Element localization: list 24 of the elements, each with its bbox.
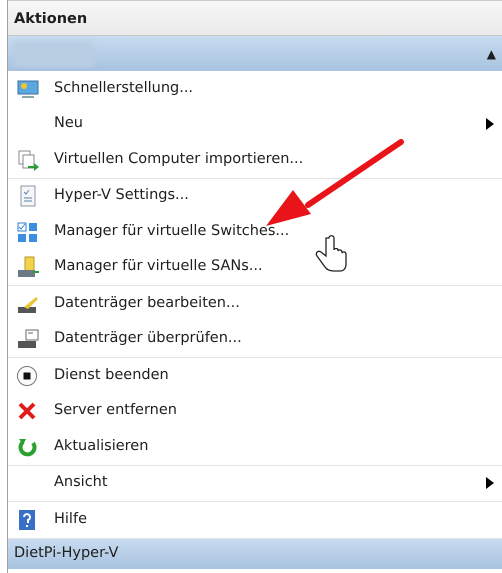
menu-item[interactable]: Dienst beenden [8, 358, 502, 394]
menu-item[interactable]: Server entfernen [8, 394, 502, 429]
section-header[interactable]: ▲ [8, 36, 502, 71]
stop-icon [16, 364, 40, 387]
menu-item[interactable]: Ansicht [8, 466, 502, 501]
menu-item[interactable]: Manager für virtuelle SANs... [8, 250, 502, 285]
import-icon [16, 148, 40, 171]
menu-item[interactable]: Datenträger überprüfen... [8, 322, 502, 357]
menu-item[interactable]: Datenträger bearbeiten... [8, 286, 502, 322]
section-header[interactable]: DietPi-Hyper-V [8, 538, 502, 568]
hand-cursor-icon [316, 235, 347, 272]
monitor-icon [16, 78, 40, 100]
menu-item[interactable]: Neu [8, 106, 502, 142]
menu-item[interactable]: Manager für virtuelle Switches... [8, 214, 502, 250]
menu-item[interactable]: Hyper-V Settings... [8, 178, 502, 214]
disk-check-icon [16, 328, 40, 350]
panel-title: Aktionen [8, 0, 502, 36]
menu-item[interactable]: Schnellerstellung... [8, 71, 502, 106]
menu-item[interactable]: Hilfe [8, 502, 502, 538]
menu-item[interactable]: Aktualisieren [8, 429, 502, 464]
network-switch-icon [16, 220, 40, 243]
collapse-arrow-icon[interactable]: ▲ [486, 44, 496, 62]
storage-icon [16, 256, 40, 278]
menu-item[interactable]: Virtuellen Computer importieren... [8, 142, 502, 178]
